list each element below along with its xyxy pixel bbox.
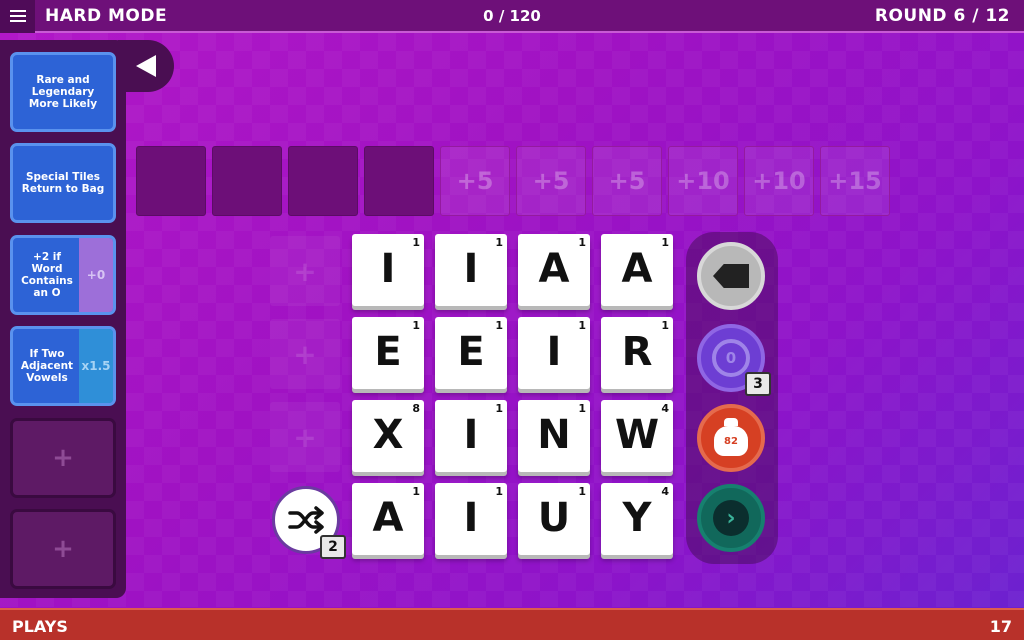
perk-label: Special Tiles Return to Bag — [21, 171, 105, 195]
letter-tile[interactable]: E1 — [352, 317, 424, 389]
letter-tile[interactable]: Y4 — [601, 483, 673, 555]
empty-perk-slot[interactable]: + — [10, 418, 116, 498]
empty-row-slot: + — [270, 236, 340, 306]
letter-tile[interactable]: I1 — [435, 234, 507, 306]
round-counter: ROUND 6 / 12 — [874, 6, 1010, 26]
letter-tile[interactable]: R1 — [601, 317, 673, 389]
top-bar: HARD MODE 0 / 120 ROUND 6 / 12 — [0, 0, 1024, 33]
word-slot-bonus[interactable]: +5 — [440, 146, 510, 216]
perk-label: +2 if Word Contains an O — [21, 251, 73, 299]
next-button[interactable]: › — [697, 484, 765, 552]
bag-count: 82 — [724, 435, 738, 447]
shuffle-count-badge: 2 — [320, 535, 346, 559]
collapse-panel-button[interactable] — [118, 40, 174, 92]
letter-tile[interactable]: I1 — [435, 400, 507, 472]
letter-tile[interactable]: A1 — [352, 483, 424, 555]
perk-card[interactable]: Special Tiles Return to Bag — [10, 143, 116, 223]
tile-bag-icon: 82 — [714, 418, 748, 456]
perk-card[interactable]: +2 if Word Contains an O +0 — [10, 235, 116, 315]
word-slot[interactable] — [212, 146, 282, 216]
delete-button[interactable] — [697, 242, 765, 310]
word-slot[interactable] — [288, 146, 358, 216]
empty-perk-slot[interactable]: + — [10, 509, 116, 589]
undo-count-badge: 3 — [745, 372, 771, 396]
undo-icon: 0 — [712, 339, 750, 377]
letter-tile[interactable]: E1 — [435, 317, 507, 389]
shuffle-icon — [288, 506, 324, 534]
letter-tile[interactable]: A1 — [601, 234, 673, 306]
letter-tile[interactable]: N1 — [518, 400, 590, 472]
letter-tile[interactable]: I1 — [435, 483, 507, 555]
triangle-left-icon — [136, 55, 156, 77]
word-slot-bonus[interactable]: +5 — [592, 146, 662, 216]
perk-card[interactable]: If Two Adjacent Vowels x1.5 — [10, 326, 116, 406]
perk-card[interactable]: Rare and Legendary More Likely — [10, 52, 116, 132]
background-pattern — [0, 33, 1024, 607]
empty-row-slot: + — [270, 319, 340, 389]
word-slot-bonus[interactable]: +15 — [820, 146, 890, 216]
word-slot-bonus[interactable]: +5 — [516, 146, 586, 216]
word-slot[interactable] — [364, 146, 434, 216]
word-slot-bonus[interactable]: +10 — [668, 146, 738, 216]
perk-label: If Two Adjacent Vowels — [20, 348, 74, 384]
word-slot[interactable] — [136, 146, 206, 216]
chevron-right-icon: › — [713, 500, 749, 536]
word-slot-bonus[interactable]: +10 — [744, 146, 814, 216]
perk-value: +0 — [79, 238, 113, 312]
letter-tile[interactable]: I1 — [352, 234, 424, 306]
perk-label: Rare and Legendary More Likely — [28, 74, 98, 110]
letter-tile[interactable]: U1 — [518, 483, 590, 555]
letter-tile[interactable]: W4 — [601, 400, 673, 472]
letter-tile[interactable]: A1 — [518, 234, 590, 306]
plus-icon: + — [52, 534, 74, 564]
plays-label: PLAYS — [12, 617, 68, 636]
letter-tile[interactable]: X8 — [352, 400, 424, 472]
plays-count: 17 — [989, 617, 1012, 636]
empty-row-slot: + — [270, 402, 340, 472]
tile-bag-button[interactable]: 82 — [697, 404, 765, 472]
score-counter: 0 / 120 — [483, 7, 541, 25]
plus-icon: + — [52, 443, 74, 473]
bottom-bar: PLAYS 17 — [0, 608, 1024, 640]
backspace-icon — [713, 264, 749, 288]
perk-value: x1.5 — [79, 329, 113, 403]
undo-count: 0 — [725, 349, 737, 367]
letter-tile[interactable]: I1 — [518, 317, 590, 389]
